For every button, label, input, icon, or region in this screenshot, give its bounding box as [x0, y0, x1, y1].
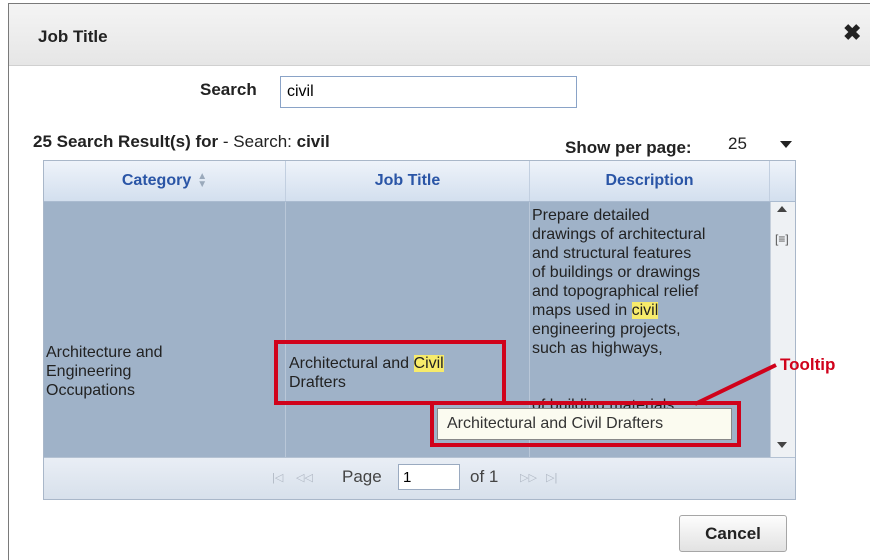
- first-page-icon[interactable]: |◁: [272, 471, 283, 484]
- results-term: civil: [296, 132, 330, 151]
- description-line: engineering projects,: [532, 321, 681, 338]
- description-line: Prepare detailed: [532, 207, 650, 224]
- scroll-up-icon[interactable]: [777, 206, 787, 212]
- dialog-titlebar: Job Title ✖: [9, 4, 870, 66]
- search-label: Search: [200, 80, 257, 99]
- description-line: of buildings or drawings: [532, 264, 701, 281]
- category-line: Occupations: [46, 382, 135, 399]
- description-line: [532, 377, 705, 396]
- pager-bar: |◁ ◁◁ Page of 1 ▷▷ ▷|: [44, 457, 795, 499]
- category-line: Architecture and: [46, 344, 163, 361]
- scroll-thumb-icon[interactable]: [≡]: [775, 232, 789, 246]
- header-category-label: Category: [121, 172, 192, 189]
- search-highlight: civil: [631, 302, 659, 319]
- results-count: 25 Search Result(s) for: [33, 132, 219, 151]
- annotation-arrow: [694, 363, 777, 406]
- description-line: and topographical relief: [532, 283, 699, 300]
- per-page-select[interactable]: 25: [722, 131, 800, 157]
- scroll-down-icon[interactable]: [777, 442, 787, 448]
- category-line: Engineering: [46, 363, 132, 380]
- results-grid: Category ▲ ▼ Job Title Description Archit…: [43, 160, 796, 500]
- description-text: Prepare detailed drawings of architectur…: [532, 206, 705, 415]
- header-job-title-label: Job Title: [374, 172, 441, 189]
- header-description-label: Description: [605, 172, 694, 189]
- results-separator: - Search:: [218, 132, 297, 151]
- page-number-input[interactable]: [398, 464, 460, 490]
- description-line: [532, 358, 705, 377]
- page-label: Page: [342, 467, 382, 486]
- cell-category[interactable]: Architecture and Engineering Occupations: [44, 202, 286, 457]
- per-page-label: Show per page:: [565, 138, 692, 157]
- page-of-label: of 1: [470, 467, 499, 486]
- chevron-down-icon: [780, 141, 792, 148]
- results-summary: 25 Search Result(s) for - Search: civil: [33, 132, 330, 152]
- dialog-title: Job Title: [38, 27, 108, 46]
- vertical-scrollbar[interactable]: [≡]: [770, 202, 795, 457]
- prev-page-icon[interactable]: ◁◁: [296, 471, 313, 484]
- last-page-icon[interactable]: ▷|: [546, 471, 557, 484]
- description-line: drawings of architectural: [532, 226, 706, 243]
- description-line: and structural features: [532, 245, 692, 262]
- next-page-icon[interactable]: ▷▷: [520, 471, 537, 484]
- header-job-title[interactable]: Job Title: [286, 161, 530, 201]
- header-description[interactable]: Description: [530, 161, 770, 201]
- close-icon[interactable]: ✖: [843, 22, 861, 44]
- cancel-button[interactable]: Cancel: [679, 515, 787, 552]
- annotation-box-job-title: [274, 340, 506, 405]
- search-input[interactable]: [280, 76, 577, 108]
- category-text: Architecture and Engineering Occupations: [46, 343, 163, 400]
- description-line: such as highways,: [532, 340, 663, 357]
- description-line: maps used in: [532, 302, 632, 319]
- header-category[interactable]: Category ▲ ▼: [44, 161, 286, 201]
- per-page-value: 25: [728, 134, 747, 153]
- annotation-arrow-line: [694, 363, 777, 406]
- sort-icon: ▲ ▼: [197, 171, 208, 190]
- tooltip-callout-label: Tooltip: [780, 355, 836, 374]
- grid-header: Category ▲ ▼ Job Title Description: [44, 161, 795, 202]
